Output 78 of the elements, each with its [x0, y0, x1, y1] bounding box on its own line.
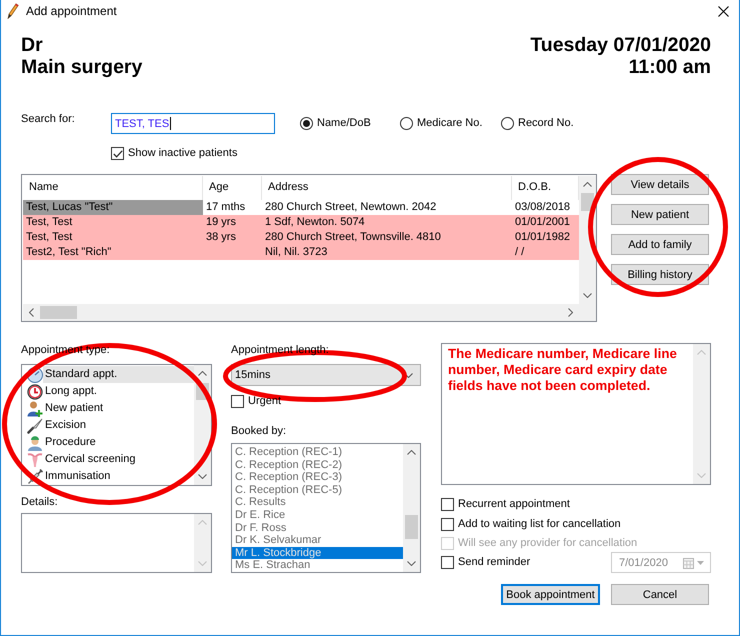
table-cell-text: 03/08/2018	[514, 200, 572, 215]
appointment-date: Tuesday 07/01/2020	[530, 35, 711, 56]
chevron-right-icon[interactable]	[568, 308, 573, 317]
list-item[interactable]: Excision	[43, 417, 194, 434]
provider-name: Dr	[21, 35, 43, 56]
checkbox-label[interactable]: Show inactive patients	[128, 147, 238, 160]
table-cell: Test, Test	[23, 215, 203, 230]
table-cell: 38 yrs	[203, 230, 262, 245]
table-cell: Test, Lucas "Test"	[23, 200, 203, 215]
appointment-length-dropdown[interactable]: 15mins	[231, 364, 421, 386]
list-item[interactable]: Procedure	[43, 434, 194, 451]
table-cell: Test, Test	[23, 230, 203, 245]
checkbox-label[interactable]: Send reminder	[458, 556, 530, 569]
checkbox-label[interactable]: Add to waiting list for cancellation	[458, 518, 621, 530]
clock-icon	[27, 366, 43, 382]
calendar-icon	[683, 556, 694, 568]
location-name: Main surgery	[21, 56, 142, 78]
list-item[interactable]: Cervical screening	[43, 451, 194, 468]
radio-button[interactable]	[501, 117, 514, 130]
action-button[interactable]: Billing history	[611, 264, 709, 285]
table-cell-text: 17 mths	[205, 200, 246, 215]
list-item[interactable]: Standard appt.	[43, 366, 194, 383]
list-item[interactable]: Immunisation	[43, 468, 194, 485]
action-button[interactable]: Add to family	[611, 234, 709, 255]
field-label: Search for:	[21, 113, 76, 126]
table-cell: / /	[512, 245, 579, 260]
radio-label[interactable]: Medicare No.	[417, 117, 482, 130]
table-cell: Test2, Test "Rich"	[23, 245, 203, 260]
field-label: Booked by:	[231, 424, 286, 438]
table-cell: 01/01/1982	[512, 230, 579, 245]
appointment-type-list[interactable]: Standard appt. Long appt. New patient Excision Procedure Cervical screening Immunisation	[21, 364, 212, 486]
checkbox-label[interactable]: Recurrent appointment	[458, 498, 570, 511]
scalpel-icon	[27, 418, 43, 434]
table-cell: Nil, Nil. 3723	[262, 245, 512, 260]
table-cell-text: 280 Church Street, Newtown. 2042	[264, 200, 438, 215]
checkbox[interactable]	[441, 518, 454, 530]
warning-message: The Medicare number, Medicare line number, Medicare card expiry date fields have not been completed.	[447, 345, 678, 394]
action-button[interactable]: View details	[611, 174, 709, 195]
action-button[interactable]: New patient	[611, 204, 709, 225]
pencil-icon	[7, 3, 19, 19]
window-title: Add appointment	[26, 4, 117, 18]
scrollbar-thumb[interactable]	[581, 193, 594, 211]
cancel-button[interactable]: Cancel	[611, 584, 709, 605]
radio-label[interactable]: Record No.	[518, 117, 574, 130]
table-cell: 19 yrs	[203, 215, 262, 230]
checkbox[interactable]	[111, 147, 124, 160]
checkbox[interactable]	[231, 395, 244, 408]
chevron-up-icon[interactable]	[198, 371, 207, 376]
chevron-down-icon[interactable]	[404, 372, 413, 378]
details-field[interactable]	[21, 513, 212, 573]
list-item[interactable]: New patient	[43, 400, 194, 417]
chevron-down-icon[interactable]	[198, 474, 207, 479]
search-field[interactable]: TEST, TES	[111, 113, 275, 134]
clock-icon	[27, 384, 43, 400]
chevron-left-icon[interactable]	[29, 308, 34, 317]
checkbox[interactable]	[441, 556, 454, 569]
chevron-up-icon[interactable]	[583, 182, 592, 187]
radio-label[interactable]: Name/DoB	[317, 117, 371, 130]
table-cell: 01/01/2001	[512, 215, 579, 230]
book-button[interactable]: Book appointment	[501, 584, 600, 605]
radio-button[interactable]	[400, 117, 413, 130]
chevron-down-icon[interactable]	[583, 293, 592, 298]
syringe-icon	[27, 468, 43, 484]
list-item[interactable]: Long appt.	[43, 383, 194, 400]
table-cell: 280 Church Street, Townsville. 4810	[262, 230, 512, 245]
person-add-icon	[27, 400, 43, 416]
table-cell: 1 Sdf, Newton. 5074	[262, 215, 512, 230]
field-label: Details:	[21, 495, 58, 509]
horizontal-scrollbar[interactable]	[23, 304, 579, 321]
appointment-time: 11:00 am	[628, 56, 711, 78]
close-icon[interactable]	[718, 6, 728, 16]
uterus-icon	[27, 452, 43, 468]
checkbox[interactable]	[441, 498, 454, 511]
surgeon-icon	[27, 434, 43, 450]
radio-button[interactable]	[300, 117, 313, 130]
checkbox-label[interactable]: Urgent	[248, 395, 282, 408]
text-cursor-icon	[170, 117, 172, 130]
scrollbar-thumb[interactable]	[40, 306, 77, 319]
